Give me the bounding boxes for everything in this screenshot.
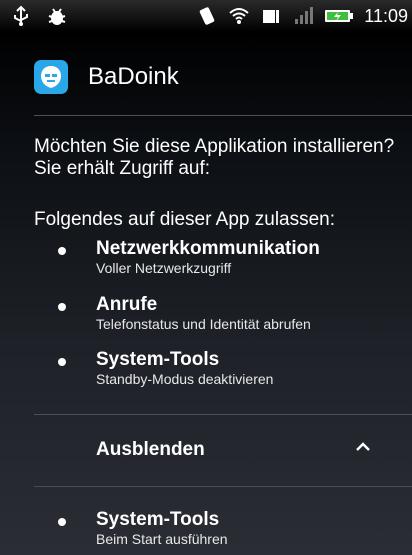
badoink-app-icon: [34, 60, 68, 94]
status-bar: 11:09: [0, 0, 412, 32]
install-prompt: Möchten Sie diese Applikation installier…: [34, 136, 395, 179]
divider: [34, 486, 412, 487]
permissions-heading: Folgendes auf dieser App zulassen:: [34, 209, 336, 230]
signal-icon: [295, 7, 314, 24]
status-time: 11:09: [364, 5, 408, 26]
vibrate-icon: [200, 7, 215, 25]
bullet-icon: [58, 358, 66, 366]
install-dialog: BaDoink Möchten Sie diese Applikation in…: [0, 32, 412, 555]
permission-subtitle: Standby-Modus deaktivieren: [96, 371, 274, 387]
permission-subtitle: Beim Start ausführen: [96, 531, 228, 547]
divider: [34, 115, 412, 116]
wifi-icon: [229, 8, 249, 24]
divider: [34, 414, 412, 415]
usb-icon: [14, 5, 28, 26]
chevron-up-icon: [356, 442, 370, 451]
permission-subtitle: Telefonstatus und Identität abrufen: [96, 316, 311, 332]
permission-title: Netzwerkkommunikation: [96, 238, 320, 259]
permission-subtitle: Voller Netzwerkzugriff: [96, 260, 232, 276]
battery-icon: [263, 10, 280, 23]
permission-title: System-Tools: [96, 349, 220, 370]
collapse-label: Ausblenden: [96, 439, 205, 460]
permission-title: System-Tools: [96, 509, 220, 530]
bullet-icon: [58, 518, 66, 526]
bullet-icon: [58, 247, 66, 255]
app-header: BaDoink: [34, 60, 179, 94]
app-name: BaDoink: [88, 63, 179, 90]
collapse-toggle-button[interactable]: Ausblenden: [34, 418, 412, 484]
battery-charging-icon: [325, 10, 354, 22]
permission-title: Anrufe: [96, 294, 158, 315]
debug-icon: [48, 8, 66, 25]
bullet-icon: [58, 303, 66, 311]
